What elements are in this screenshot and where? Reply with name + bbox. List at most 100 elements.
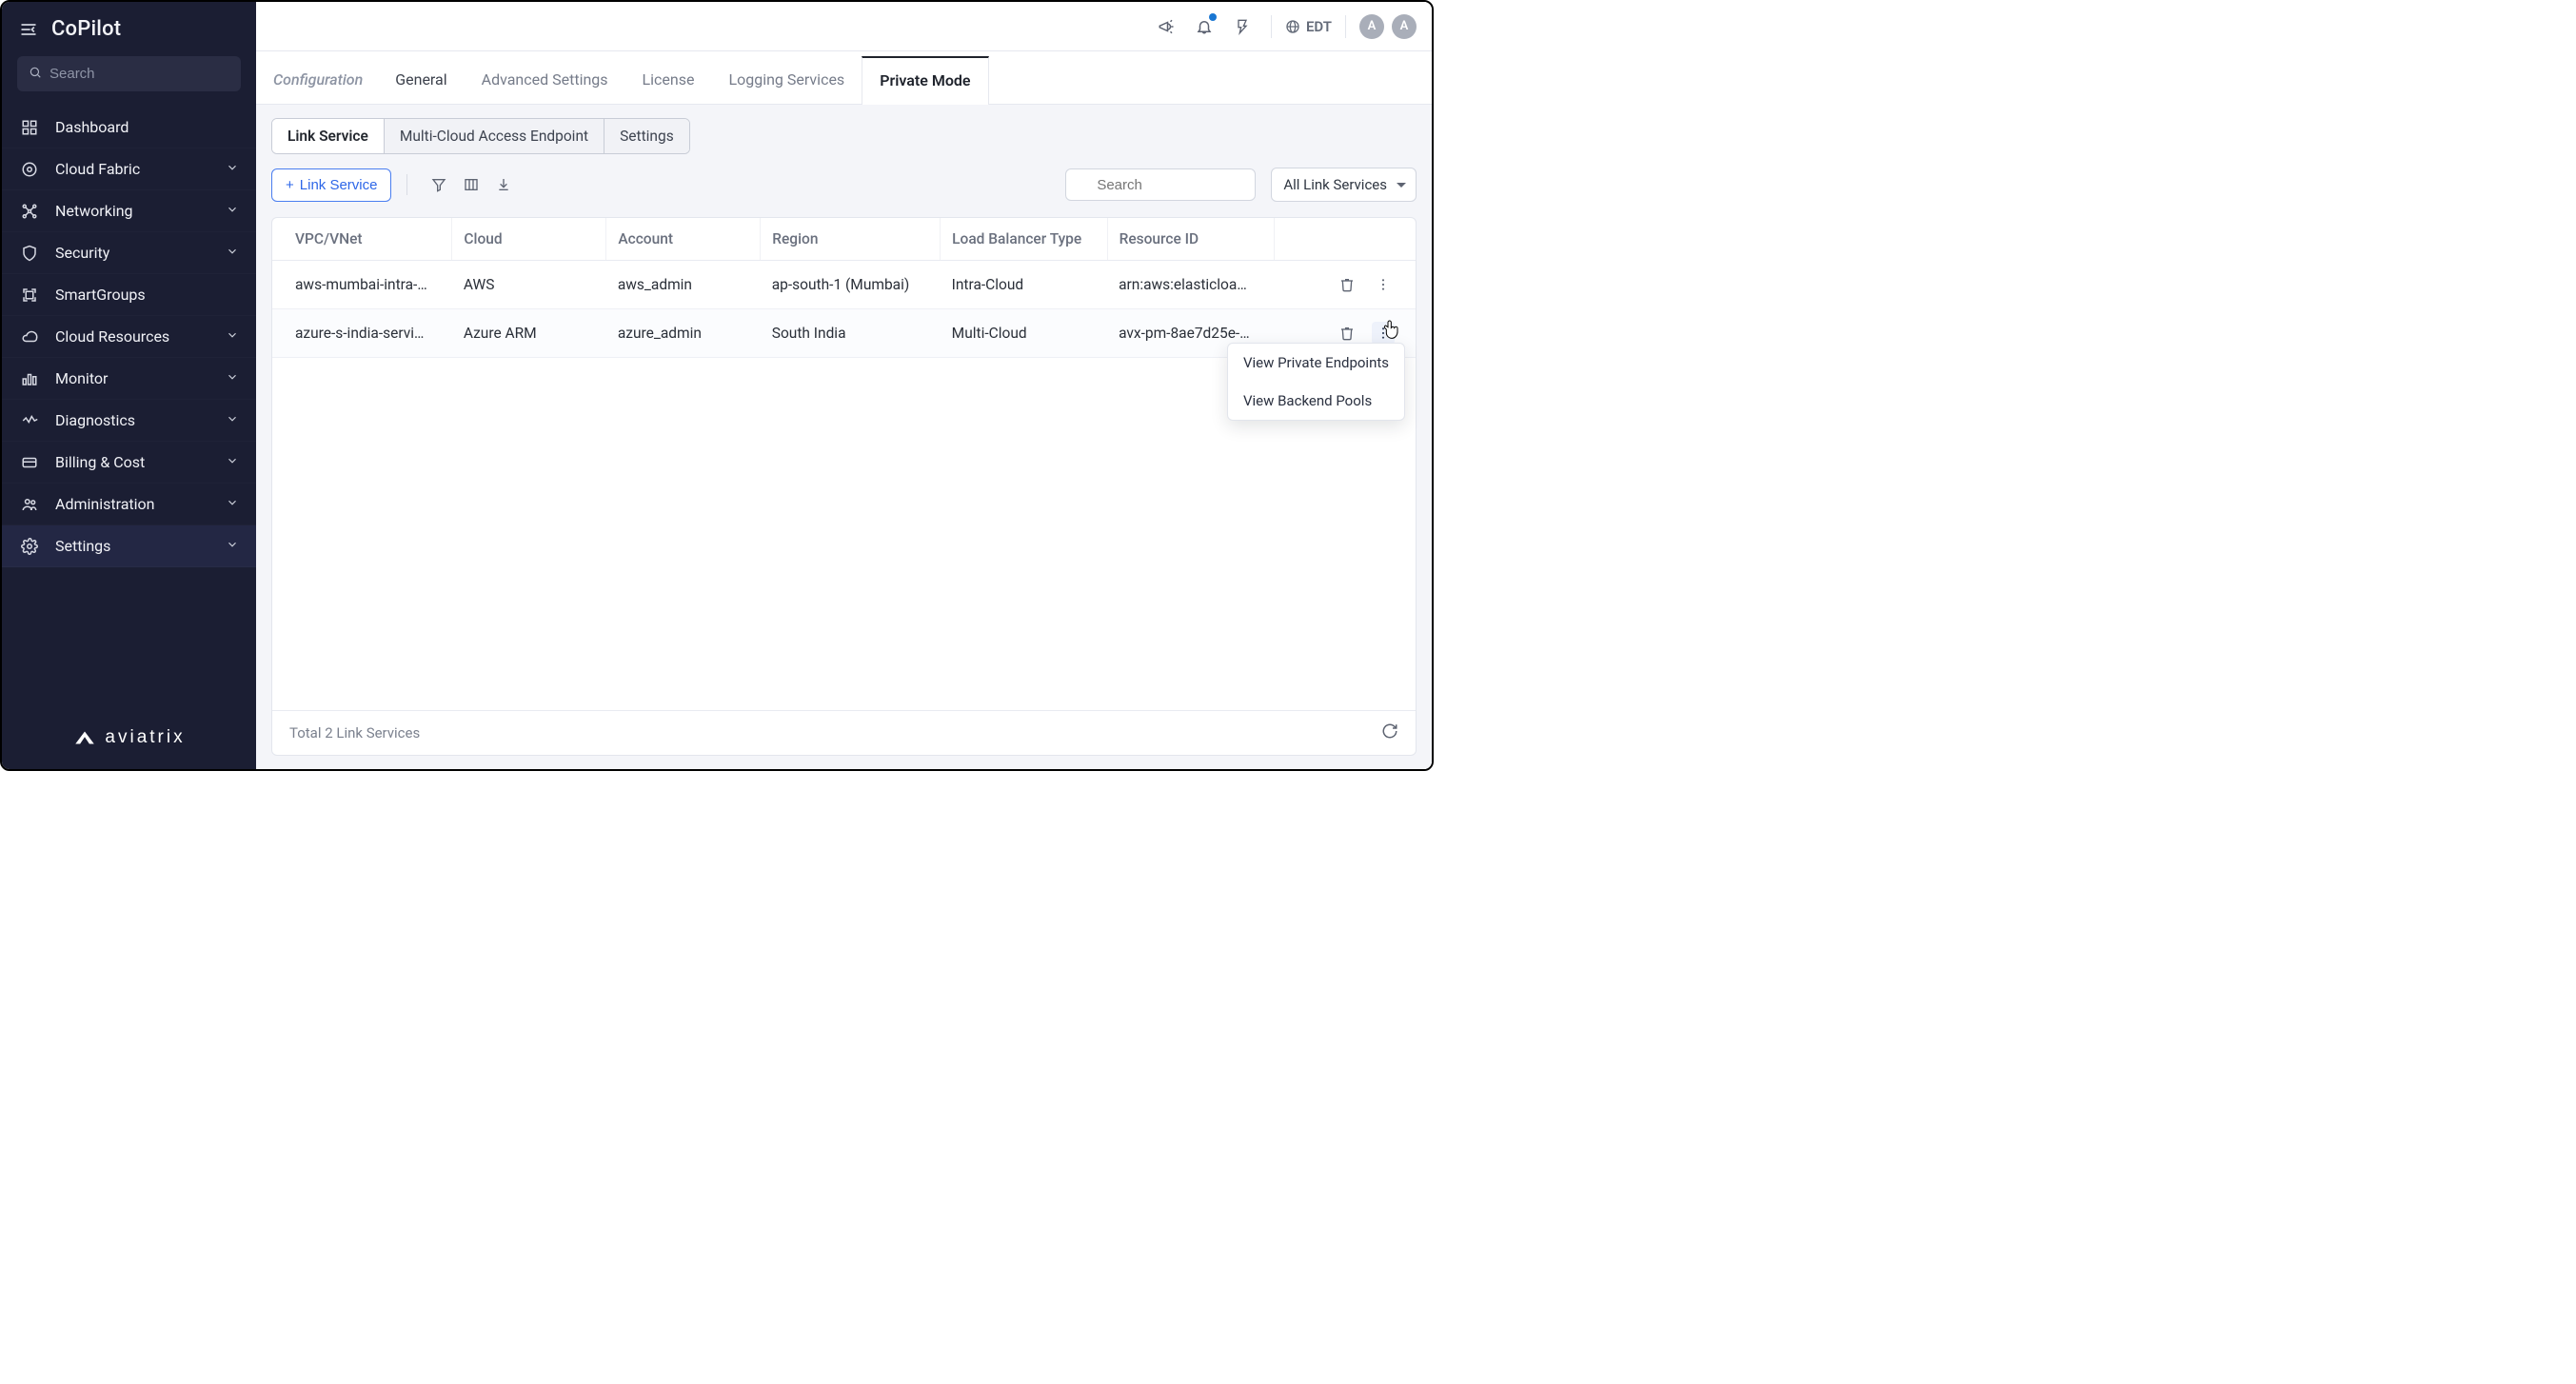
chevron-down-icon — [226, 244, 239, 262]
segment-multi-cloud-endpoint[interactable]: Multi-Cloud Access Endpoint — [385, 119, 604, 153]
dashboard-icon — [19, 119, 40, 136]
cell-account: aws_admin — [606, 261, 761, 309]
segment-settings[interactable]: Settings — [604, 119, 689, 153]
sidebar-item-label: Cloud Fabric — [55, 160, 140, 178]
chevron-down-icon — [226, 495, 239, 513]
tasks-icon[interactable] — [1227, 11, 1258, 42]
content-area: Link Service Multi-Cloud Access Endpoint… — [256, 105, 1432, 769]
table-row[interactable]: aws-mumbai-intra-… AWS aws_admin ap-sout… — [272, 261, 1416, 309]
sidebar-item-networking[interactable]: Networking — [2, 190, 256, 232]
cell-cloud: Azure ARM — [452, 309, 606, 358]
add-button-label: Link Service — [300, 177, 378, 193]
row-actions-popover: View Private Endpoints View Backend Pool… — [1227, 343, 1405, 421]
table-footer: Total 2 Link Services — [272, 710, 1416, 755]
cursor-pointer-icon — [1383, 319, 1402, 342]
sidebar-item-label: Diagnostics — [55, 411, 135, 429]
cell-lbtype: Intra-Cloud — [941, 261, 1107, 309]
timezone-selector[interactable]: EDT — [1285, 18, 1332, 35]
delete-icon[interactable] — [1336, 273, 1358, 296]
announcements-icon[interactable] — [1151, 11, 1181, 42]
refresh-icon[interactable] — [1381, 722, 1398, 743]
collapse-sidebar-icon[interactable] — [19, 20, 38, 39]
chevron-down-icon — [226, 327, 239, 346]
col-resid[interactable]: Resource ID — [1107, 218, 1274, 261]
download-icon[interactable] — [487, 168, 520, 201]
topbar: EDT A A — [256, 2, 1432, 51]
add-link-service-button[interactable]: + Link Service — [271, 168, 391, 202]
avatar-user[interactable]: A — [1392, 14, 1417, 39]
cell-account: azure_admin — [606, 309, 761, 358]
sidebar-item-label: Billing & Cost — [55, 453, 145, 471]
sidebar-item-label: Administration — [55, 495, 155, 513]
chevron-down-icon — [226, 453, 239, 471]
plus-icon: + — [286, 177, 294, 193]
sidebar-item-cloud-fabric[interactable]: Cloud Fabric — [2, 148, 256, 190]
fabric-icon — [19, 161, 40, 178]
cell-cloud: AWS — [452, 261, 606, 309]
col-cloud[interactable]: Cloud — [452, 218, 606, 261]
shield-icon — [19, 245, 40, 262]
sidebar-item-smartgroups[interactable]: SmartGroups — [2, 274, 256, 316]
sidebar-item-monitor[interactable]: Monitor — [2, 358, 256, 400]
col-region[interactable]: Region — [761, 218, 941, 261]
cell-lbtype: Multi-Cloud — [941, 309, 1107, 358]
filter-icon[interactable] — [423, 168, 455, 201]
toolbar: + Link Service All Link Services — [271, 168, 1417, 202]
sidebar-item-billing[interactable]: Billing & Cost — [2, 442, 256, 484]
col-account[interactable]: Account — [606, 218, 761, 261]
delete-icon[interactable] — [1336, 322, 1358, 345]
sidebar-item-label: Monitor — [55, 369, 108, 387]
sidebar-item-diagnostics[interactable]: Diagnostics — [2, 400, 256, 442]
chevron-down-icon — [226, 411, 239, 429]
cell-vpc: aws-mumbai-intra-… — [272, 261, 452, 309]
sidebar-item-cloud-resources[interactable]: Cloud Resources — [2, 316, 256, 358]
columns-icon[interactable] — [455, 168, 487, 201]
sidebar: CoPilot Dashboard Cloud Fabric Networkin… — [2, 2, 256, 769]
divider — [406, 174, 407, 195]
divider — [1345, 15, 1346, 38]
chevron-down-icon — [226, 369, 239, 387]
sidebar-item-settings[interactable]: Settings — [2, 525, 256, 567]
main: EDT A A Configuration General Advanced S… — [256, 2, 1432, 769]
cell-region: South India — [761, 309, 941, 358]
sidebar-item-label: Cloud Resources — [55, 327, 169, 346]
col-lbtype[interactable]: Load Balancer Type — [941, 218, 1107, 261]
chevron-down-icon — [226, 537, 239, 555]
sidebar-item-administration[interactable]: Administration — [2, 484, 256, 525]
popover-view-backend-pools[interactable]: View Backend Pools — [1228, 382, 1404, 420]
more-menu-icon[interactable] — [1372, 273, 1395, 296]
search-icon — [29, 66, 42, 79]
divider — [1271, 15, 1272, 38]
admin-icon — [19, 496, 40, 513]
col-actions — [1275, 218, 1417, 261]
notifications-icon[interactable] — [1189, 11, 1219, 42]
sidebar-item-label: Security — [55, 244, 109, 262]
segment-link-service[interactable]: Link Service — [272, 119, 385, 153]
tab-license[interactable]: License — [625, 55, 712, 104]
sidebar-item-label: Settings — [55, 537, 110, 555]
network-icon — [19, 203, 40, 220]
aviatrix-logo-icon — [72, 729, 97, 746]
cell-vpc: azure-s-india-servi… — [272, 309, 452, 358]
sidebar-item-security[interactable]: Security — [2, 232, 256, 274]
table-search-input[interactable] — [1065, 168, 1256, 201]
tab-general[interactable]: General — [378, 55, 464, 104]
tab-logging-services[interactable]: Logging Services — [711, 55, 862, 104]
smartgroups-icon — [19, 287, 40, 304]
tab-advanced-settings[interactable]: Advanced Settings — [465, 55, 625, 104]
sidebar-item-dashboard[interactable]: Dashboard — [2, 107, 256, 148]
notification-badge — [1209, 13, 1217, 21]
col-vpc[interactable]: VPC/VNet — [272, 218, 452, 261]
sidebar-search-input[interactable] — [17, 56, 241, 91]
sidebar-footer-brand: aviatrix — [2, 710, 256, 769]
sidebar-item-label: Dashboard — [55, 118, 129, 136]
timezone-label: EDT — [1306, 18, 1332, 35]
diagnostics-icon — [19, 412, 40, 429]
tab-private-mode[interactable]: Private Mode — [862, 56, 988, 105]
filter-dropdown[interactable]: All Link Services — [1271, 168, 1417, 202]
avatar-org[interactable]: A — [1359, 14, 1384, 39]
sidebar-nav: Dashboard Cloud Fabric Networking Securi… — [2, 103, 256, 567]
cell-region: ap-south-1 (Mumbai) — [761, 261, 941, 309]
sidebar-item-label: Networking — [55, 202, 133, 220]
popover-view-private-endpoints[interactable]: View Private Endpoints — [1228, 344, 1404, 382]
